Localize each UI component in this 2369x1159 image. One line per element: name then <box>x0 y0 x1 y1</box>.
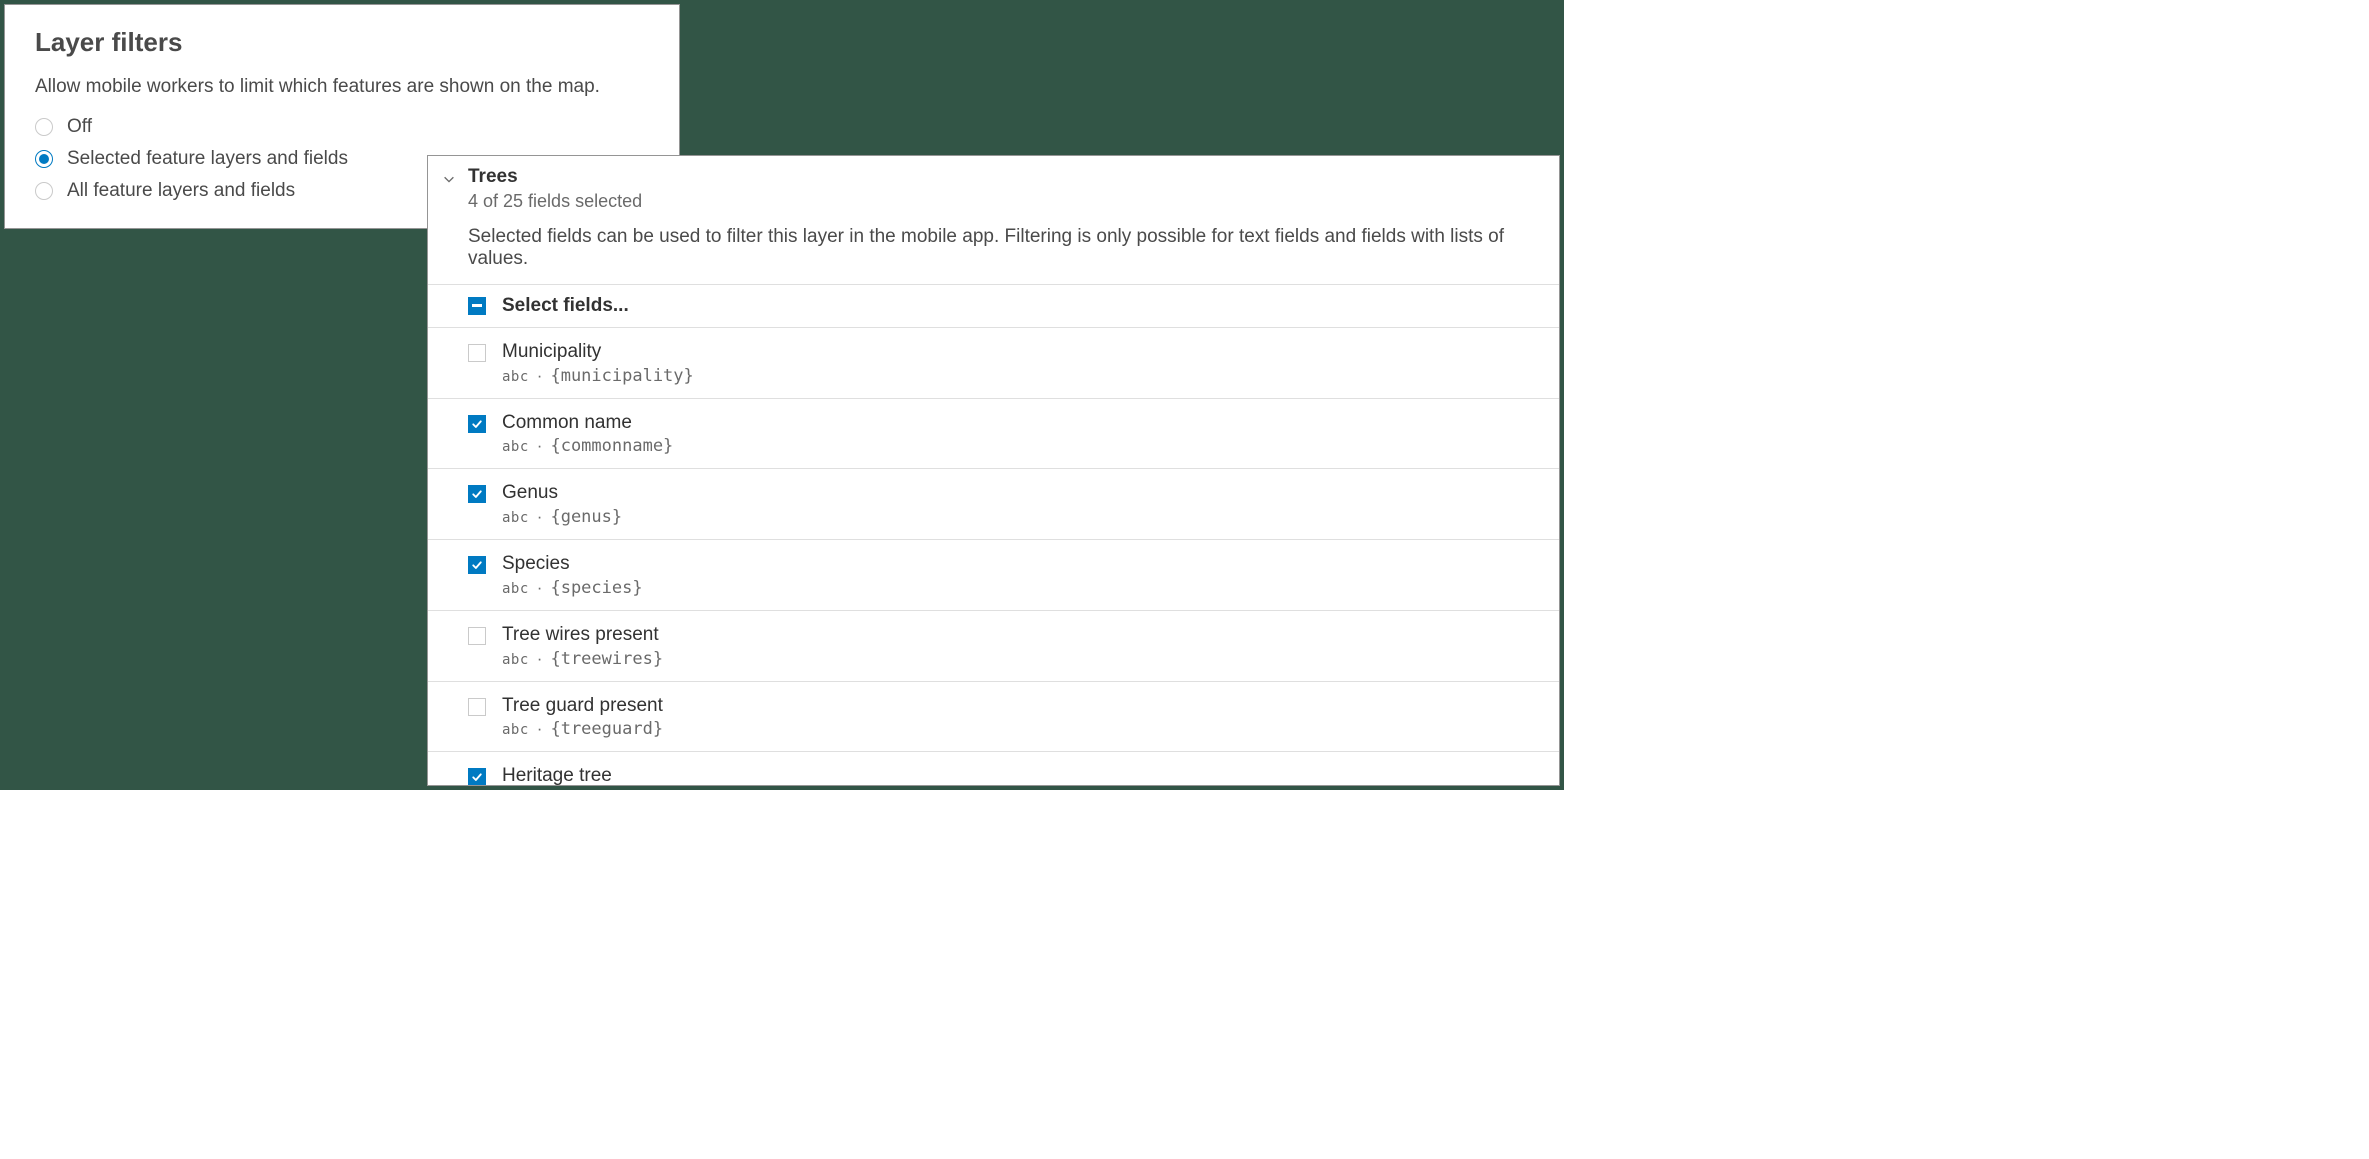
chevron-down-icon <box>442 172 456 191</box>
field-row[interactable]: Tree wires present abc · {treewires} <box>428 611 1559 682</box>
field-placeholder: {municipality} <box>550 366 693 386</box>
field-checkbox[interactable] <box>468 485 486 503</box>
radio-option-off[interactable]: Off <box>35 116 649 138</box>
field-meta: abc · {treewires} <box>502 649 663 669</box>
field-meta: abc · {municipality} <box>502 366 694 386</box>
field-row[interactable]: Heritage treeabc·{heritage} <box>428 752 1559 786</box>
field-placeholder: {commonname} <box>550 436 673 456</box>
panel-description: Allow mobile workers to limit which feat… <box>35 76 649 98</box>
field-label: Tree guard present <box>502 694 663 718</box>
field-list: Municipality abc · {municipality} Common nam… <box>428 328 1559 786</box>
separator-dot: · <box>537 719 543 739</box>
field-type-icon: abc <box>502 652 529 668</box>
separator-dot: · <box>537 366 543 386</box>
field-type-icon: abc <box>502 369 529 385</box>
layer-help-text: Selected fields can be used to filter th… <box>428 226 1559 284</box>
field-checkbox[interactable] <box>468 556 486 574</box>
field-placeholder: {genus} <box>550 507 622 527</box>
layer-subtitle: 4 of 25 fields selected <box>468 191 642 212</box>
radio-icon <box>35 150 53 168</box>
field-type-icon: abc <box>502 439 529 455</box>
radio-label: Selected feature layers and fields <box>67 148 348 170</box>
field-checkbox[interactable] <box>468 344 486 362</box>
field-placeholder: {species} <box>550 578 642 598</box>
field-label: Municipality <box>502 340 694 364</box>
select-all-row[interactable]: Select fields... <box>428 284 1559 328</box>
field-checkbox[interactable] <box>468 768 486 786</box>
field-meta: abc · {genus} <box>502 507 622 527</box>
field-row[interactable]: Genus abc · {genus} <box>428 469 1559 540</box>
separator-dot: · <box>537 649 543 669</box>
field-type-icon: abc <box>502 722 529 738</box>
field-checkbox[interactable] <box>468 698 486 716</box>
field-checkbox[interactable] <box>468 415 486 433</box>
radio-label: Off <box>67 116 92 138</box>
radio-icon <box>35 182 53 200</box>
field-meta: abc · {commonname} <box>502 436 673 456</box>
select-all-label: Select fields... <box>502 295 629 317</box>
field-label: Common name <box>502 411 673 435</box>
field-label: Genus <box>502 481 622 505</box>
field-placeholder: {treewires} <box>550 649 663 669</box>
field-placeholder: {treeguard} <box>550 719 663 739</box>
field-label: Species <box>502 552 643 576</box>
field-row[interactable]: Species abc · {species} <box>428 540 1559 611</box>
field-type-icon: abc <box>502 510 529 526</box>
separator-dot: · <box>537 507 543 527</box>
layer-fields-panel: Trees 4 of 25 fields selected Selected f… <box>427 155 1560 786</box>
separator-dot: · <box>537 436 543 456</box>
field-row[interactable]: Tree guard present abc · {treeguard} <box>428 682 1559 753</box>
radio-icon <box>35 118 53 136</box>
select-all-checkbox[interactable] <box>468 297 486 315</box>
field-label: Heritage tree <box>502 764 653 786</box>
field-row[interactable]: Common name abc · {commonname} <box>428 399 1559 470</box>
field-meta: abc · {treeguard} <box>502 719 663 739</box>
layer-title: Trees <box>468 166 642 189</box>
field-type-icon: abc <box>502 581 529 597</box>
field-label: Tree wires present <box>502 623 663 647</box>
field-row[interactable]: Municipality abc · {municipality} <box>428 328 1559 399</box>
separator-dot: · <box>537 578 543 598</box>
field-checkbox[interactable] <box>468 627 486 645</box>
radio-label: All feature layers and fields <box>67 180 295 202</box>
panel-title: Layer filters <box>35 27 649 58</box>
layer-header[interactable]: Trees 4 of 25 fields selected <box>428 156 1559 226</box>
field-meta: abc · {species} <box>502 578 643 598</box>
